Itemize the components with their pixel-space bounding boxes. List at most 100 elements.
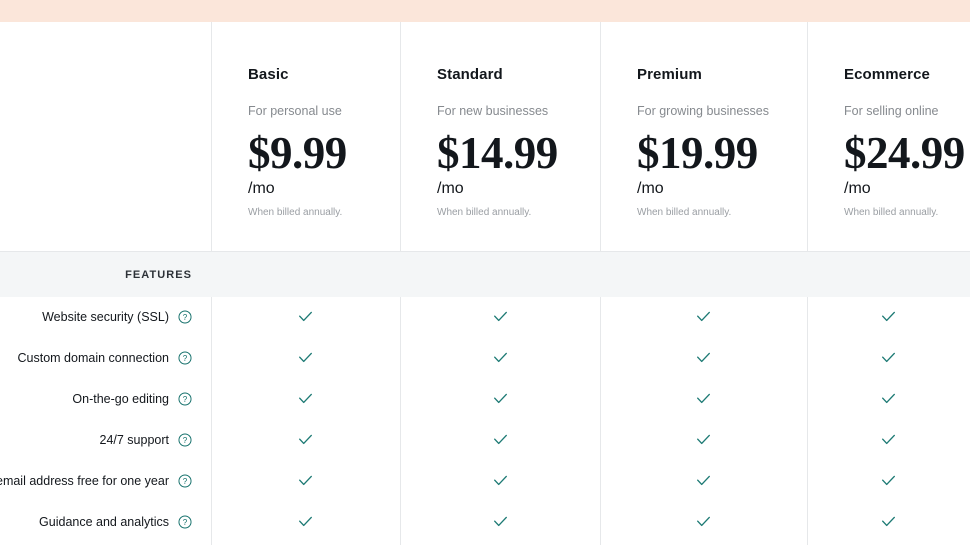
checkmark-icon bbox=[882, 352, 895, 363]
feature-value-cell bbox=[600, 378, 807, 419]
feature-label: Guidance and analytics bbox=[39, 514, 169, 529]
plan-column-ecommerce[interactable]: Ecommerce For selling online $24.99 /mo … bbox=[807, 22, 970, 251]
checkmark-icon bbox=[697, 311, 710, 322]
checkmark-icon bbox=[299, 475, 312, 486]
plan-name: Basic bbox=[248, 66, 289, 83]
feature-label-cell: Guidance and analytics? bbox=[0, 501, 192, 542]
checkmark-icon bbox=[299, 516, 312, 527]
plan-billing-note: When billed annually. bbox=[637, 207, 732, 218]
feature-value-cell bbox=[211, 460, 400, 501]
plan-tagline: For growing businesses bbox=[637, 104, 770, 118]
feature-row: Guidance and analytics? bbox=[0, 501, 970, 542]
plan-column-standard[interactable]: Standard For new businesses $14.99 /mo W… bbox=[400, 22, 600, 251]
feature-label-cell: 24/7 support? bbox=[0, 419, 192, 460]
help-circle-icon[interactable]: ? bbox=[178, 473, 192, 488]
checkmark-icon bbox=[299, 393, 312, 404]
feature-label-cell: Custom domain connection? bbox=[0, 337, 192, 378]
svg-text:?: ? bbox=[183, 312, 188, 321]
plan-column-premium[interactable]: Premium For growing businesses $19.99 /m… bbox=[600, 22, 807, 251]
feature-row: On-the-go editing? bbox=[0, 378, 970, 419]
feature-row: s email address free for one year? bbox=[0, 460, 970, 501]
plan-name: Ecommerce bbox=[844, 66, 930, 83]
promo-banner bbox=[0, 0, 970, 22]
help-circle-icon[interactable]: ? bbox=[178, 391, 192, 406]
feature-value-cell bbox=[807, 378, 970, 419]
feature-value-cell bbox=[807, 296, 970, 337]
checkmark-icon bbox=[882, 475, 895, 486]
feature-row: Custom domain connection? bbox=[0, 337, 970, 378]
checkmark-icon bbox=[299, 311, 312, 322]
plan-name: Premium bbox=[637, 66, 702, 83]
checkmark-icon bbox=[697, 393, 710, 404]
plan-price: $14.99 bbox=[437, 128, 558, 178]
feature-row: Website security (SSL)? bbox=[0, 296, 970, 337]
plan-tagline: For personal use bbox=[248, 104, 342, 118]
feature-value-cell bbox=[211, 378, 400, 419]
checkmark-icon bbox=[697, 434, 710, 445]
features-section-header: FEATURES bbox=[0, 251, 970, 297]
pricing-comparison-page: Basic For personal use $9.99 /mo When bi… bbox=[0, 0, 970, 545]
feature-value-cell bbox=[400, 337, 600, 378]
feature-value-cell bbox=[807, 460, 970, 501]
feature-value-cell bbox=[211, 296, 400, 337]
checkmark-icon bbox=[697, 475, 710, 486]
checkmark-icon bbox=[882, 434, 895, 445]
help-circle-icon[interactable]: ? bbox=[178, 432, 192, 447]
plan-period: /mo bbox=[637, 180, 664, 197]
svg-text:?: ? bbox=[183, 517, 188, 526]
checkmark-icon bbox=[697, 352, 710, 363]
feature-value-cell bbox=[600, 296, 807, 337]
plan-headers: Basic For personal use $9.99 /mo When bi… bbox=[0, 22, 970, 251]
pricing-table: Basic For personal use $9.99 /mo When bi… bbox=[0, 22, 970, 545]
feature-row: 24/7 support? bbox=[0, 419, 970, 460]
plan-price: $9.99 bbox=[248, 128, 347, 178]
feature-label-cell: On-the-go editing? bbox=[0, 378, 192, 419]
plan-billing-note: When billed annually. bbox=[248, 207, 343, 218]
feature-value-cell bbox=[400, 501, 600, 542]
plan-name: Standard bbox=[437, 66, 503, 83]
checkmark-icon bbox=[299, 434, 312, 445]
checkmark-icon bbox=[493, 516, 507, 527]
checkmark-icon bbox=[493, 393, 507, 404]
help-circle-icon[interactable]: ? bbox=[178, 514, 192, 529]
checkmark-icon bbox=[493, 311, 507, 322]
feature-value-cell bbox=[211, 501, 400, 542]
feature-value-cell bbox=[600, 337, 807, 378]
feature-value-cell bbox=[211, 337, 400, 378]
checkmark-icon bbox=[493, 475, 507, 486]
svg-text:?: ? bbox=[183, 476, 188, 485]
plan-tagline: For selling online bbox=[844, 104, 939, 118]
feature-label: 24/7 support bbox=[99, 432, 170, 447]
plan-billing-note: When billed annually. bbox=[844, 207, 939, 218]
feature-value-cell bbox=[807, 501, 970, 542]
plan-period: /mo bbox=[844, 180, 871, 197]
plan-price: $24.99 bbox=[844, 128, 965, 178]
plan-billing-note: When billed annually. bbox=[437, 207, 532, 218]
svg-text:?: ? bbox=[183, 353, 188, 362]
checkmark-icon bbox=[299, 352, 312, 363]
checkmark-icon bbox=[882, 516, 895, 527]
feature-label: On-the-go editing bbox=[72, 391, 169, 406]
feature-label: Custom domain connection bbox=[17, 350, 169, 365]
features-header-label: FEATURES bbox=[125, 268, 192, 281]
plan-tagline: For new businesses bbox=[437, 104, 549, 118]
help-circle-icon[interactable]: ? bbox=[178, 309, 192, 324]
checkmark-icon bbox=[493, 352, 507, 363]
feature-value-cell bbox=[400, 296, 600, 337]
plan-column-basic[interactable]: Basic For personal use $9.99 /mo When bi… bbox=[211, 22, 400, 251]
feature-rows: Website security (SSL)? Custom domain con… bbox=[0, 296, 970, 545]
svg-text:?: ? bbox=[183, 435, 188, 444]
svg-text:?: ? bbox=[183, 394, 188, 403]
feature-value-cell bbox=[400, 460, 600, 501]
checkmark-icon bbox=[882, 393, 895, 404]
help-circle-icon[interactable]: ? bbox=[178, 350, 192, 365]
feature-value-cell bbox=[807, 419, 970, 460]
plan-period: /mo bbox=[248, 180, 275, 197]
feature-value-cell bbox=[400, 419, 600, 460]
checkmark-icon bbox=[882, 311, 895, 322]
feature-value-cell bbox=[600, 460, 807, 501]
feature-label: Website security (SSL) bbox=[42, 309, 169, 324]
feature-label-cell: Website security (SSL)? bbox=[0, 296, 192, 337]
feature-value-cell bbox=[600, 501, 807, 542]
feature-label: s email address free for one year bbox=[0, 473, 169, 488]
